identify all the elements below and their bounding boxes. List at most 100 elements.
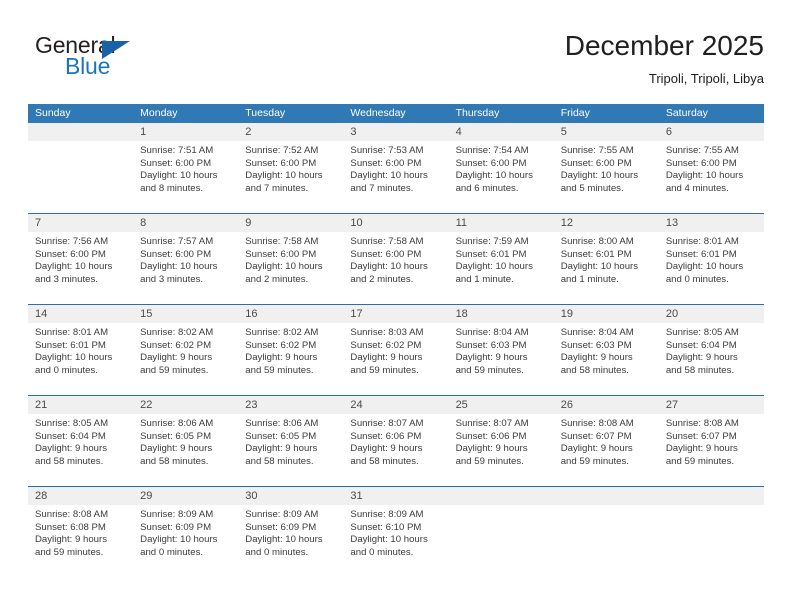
calendar-day-cell[interactable]: 9 Sunrise: 7:58 AM Sunset: 6:00 PM Daylight… (238, 213, 344, 305)
calendar-day-cell[interactable]: 19 Sunrise: 8:04 AM Sunset: 6:03 PM Dayligh… (553, 304, 659, 396)
day-cell-inner: 2 Sunrise: 7:52 AM Sunset: 6:00 PM Daylight… (238, 123, 344, 213)
sunrise-time: Sunrise: 7:59 AM (455, 236, 529, 247)
weekday-header-saturday: Saturday (658, 104, 764, 123)
day-cell-inner: 5 Sunrise: 7:55 AM Sunset: 6:00 PM Daylight… (553, 123, 659, 213)
day-cell-inner: 24 Sunrise: 8:07 AM Sunset: 6:06 PM Dayligh… (343, 396, 449, 486)
day-number: 12 (560, 217, 573, 229)
day-number-band: 27 (658, 396, 764, 414)
calendar-day-cell[interactable]: 3 Sunrise: 7:53 AM Sunset: 6:00 PM Daylight… (343, 123, 449, 214)
calendar-day-cell[interactable]: 11 Sunrise: 7:59 AM Sunset: 6:01 PM Dayligh… (448, 213, 554, 305)
calendar-day-cell[interactable]: 5 Sunrise: 7:55 AM Sunset: 6:00 PM Daylight… (553, 123, 659, 214)
daylight-duration-line2: and 58 minutes. (665, 364, 735, 376)
sunset-time: Sunset: 6:01 PM (560, 248, 632, 260)
sunrise-time: Sunrise: 7:55 AM (665, 145, 739, 156)
day-number: 27 (665, 399, 679, 411)
calendar-day-cell[interactable]: 20 Sunrise: 8:05 AM Sunset: 6:04 PM Dayligh… (658, 304, 764, 396)
calendar-day-cell[interactable]: 18 Sunrise: 8:04 AM Sunset: 6:03 PM Dayligh… (448, 304, 554, 396)
day-number-band: 2 (238, 123, 344, 141)
calendar-day-cell[interactable]: 8 Sunrise: 7:57 AM Sunset: 6:00 PM Daylight… (133, 213, 239, 305)
day-number: 30 (245, 490, 258, 502)
daylight-duration-line2: and 58 minutes. (350, 455, 419, 467)
day-details: Sunrise: 8:03 AM Sunset: 6:02 PM Daylight:… (343, 323, 448, 377)
day-number-band: 1 (133, 123, 239, 141)
day-number-band: 25 (448, 396, 554, 414)
calendar-day-cell[interactable]: 21 Sunrise: 8:05 AM Sunset: 6:04 PM Dayligh… (28, 395, 134, 487)
day-number-band: 19 (553, 305, 659, 323)
sunset-time: Sunset: 6:03 PM (560, 339, 632, 351)
daylight-duration-line2: and 8 minutes. (140, 182, 204, 194)
sunrise-time: Sunrise: 8:09 AM (140, 509, 214, 520)
day-number-band: 13 (658, 214, 764, 232)
calendar-day-cell[interactable]: 17 Sunrise: 8:03 AM Sunset: 6:02 PM Dayligh… (343, 304, 449, 396)
day-details: Sunrise: 8:00 AM Sunset: 6:01 PM Daylight:… (554, 232, 659, 286)
day-number-band (658, 487, 764, 505)
sunrise-time: Sunrise: 8:00 AM (560, 236, 634, 247)
calendar-day-cell[interactable]: 23 Sunrise: 8:06 AM Sunset: 6:05 PM Dayligh… (238, 395, 344, 487)
daylight-duration-line1: Daylight: 10 hours (140, 170, 218, 182)
daylight-duration-line2: and 58 minutes. (560, 364, 629, 376)
day-cell-inner: 21 Sunrise: 8:05 AM Sunset: 6:04 PM Dayligh… (28, 396, 134, 486)
calendar-day-cell[interactable]: 22 Sunrise: 8:06 AM Sunset: 6:05 PM Dayligh… (133, 395, 239, 487)
sunset-time: Sunset: 6:05 PM (140, 430, 212, 442)
weekday-header-friday: Friday (553, 104, 659, 123)
calendar-day-cell[interactable]: 26 Sunrise: 8:08 AM Sunset: 6:07 PM Dayligh… (553, 395, 659, 487)
calendar-day-cell (658, 486, 764, 577)
calendar-day-cell[interactable]: 27 Sunrise: 8:08 AM Sunset: 6:07 PM Dayligh… (658, 395, 764, 487)
calendar-day-cell[interactable]: 29 Sunrise: 8:09 AM Sunset: 6:09 PM Dayligh… (133, 486, 239, 577)
calendar-day-cell[interactable]: 31 Sunrise: 8:09 AM Sunset: 6:10 PM Dayligh… (343, 486, 449, 577)
calendar-day-cell[interactable]: 25 Sunrise: 8:07 AM Sunset: 6:06 PM Dayligh… (448, 395, 554, 487)
sunrise-time: Sunrise: 8:04 AM (455, 327, 529, 338)
daylight-duration-line1: Daylight: 9 hours (35, 534, 107, 546)
daylight-duration-line2: and 59 minutes. (35, 546, 104, 558)
day-number-band: 29 (133, 487, 239, 505)
calendar-day-cell[interactable]: 24 Sunrise: 8:07 AM Sunset: 6:06 PM Dayligh… (343, 395, 449, 487)
calendar-day-cell[interactable]: 13 Sunrise: 8:01 AM Sunset: 6:01 PM Dayligh… (658, 213, 764, 305)
sunrise-time: Sunrise: 8:04 AM (560, 327, 634, 338)
day-details: Sunrise: 8:05 AM Sunset: 6:04 PM Daylight:… (659, 323, 764, 377)
day-details: Sunrise: 8:07 AM Sunset: 6:06 PM Daylight:… (343, 414, 448, 468)
sunrise-time: Sunrise: 8:02 AM (140, 327, 214, 338)
daylight-duration-line2: and 59 minutes. (665, 455, 735, 467)
calendar-day-cell[interactable]: 30 Sunrise: 8:09 AM Sunset: 6:09 PM Dayligh… (238, 486, 344, 577)
daylight-duration-line1: Daylight: 9 hours (35, 443, 107, 455)
calendar-day-cell[interactable]: 15 Sunrise: 8:02 AM Sunset: 6:02 PM Dayligh… (133, 304, 239, 396)
calendar-day-cell[interactable]: 28 Sunrise: 8:08 AM Sunset: 6:08 PM Dayligh… (28, 486, 134, 577)
day-cell-inner: 9 Sunrise: 7:58 AM Sunset: 6:00 PM Daylight… (238, 214, 344, 304)
day-number-band (28, 123, 134, 141)
calendar-week-row: 1 Sunrise: 7:51 AM Sunset: 6:00 PM Daylight… (28, 123, 764, 214)
calendar-day-cell[interactable]: 10 Sunrise: 7:58 AM Sunset: 6:00 PM Dayligh… (343, 213, 449, 305)
calendar-day-cell[interactable]: 6 Sunrise: 7:55 AM Sunset: 6:00 PM Daylight… (658, 123, 764, 214)
calendar-day-cell[interactable]: 14 Sunrise: 8:01 AM Sunset: 6:01 PM Dayligh… (28, 304, 134, 396)
sunrise-time: Sunrise: 8:05 AM (35, 418, 109, 429)
calendar-table: Sunday Monday Tuesday Wednesday Thursday… (28, 104, 764, 577)
calendar-day-cell[interactable]: 12 Sunrise: 8:00 AM Sunset: 6:01 PM Dayligh… (553, 213, 659, 305)
daylight-duration-line1: Daylight: 10 hours (350, 261, 428, 273)
day-number: 1 (140, 126, 147, 138)
day-cell-inner: 20 Sunrise: 8:05 AM Sunset: 6:04 PM Dayligh… (658, 305, 764, 395)
sunrise-time: Sunrise: 7:52 AM (245, 145, 319, 156)
day-number: 23 (245, 399, 258, 411)
daylight-duration-line2: and 7 minutes. (245, 182, 309, 194)
calendar-day-cell[interactable]: 7 Sunrise: 7:56 AM Sunset: 6:00 PM Daylight… (28, 213, 134, 305)
day-details: Sunrise: 8:06 AM Sunset: 6:05 PM Daylight:… (238, 414, 343, 468)
day-details: Sunrise: 7:58 AM Sunset: 6:00 PM Daylight:… (238, 232, 343, 286)
day-number-band: 24 (343, 396, 449, 414)
sunset-time: Sunset: 6:01 PM (35, 339, 106, 351)
day-cell-inner: 13 Sunrise: 8:01 AM Sunset: 6:01 PM Dayligh… (658, 214, 764, 304)
calendar-day-cell[interactable]: 2 Sunrise: 7:52 AM Sunset: 6:00 PM Daylight… (238, 123, 344, 214)
calendar-week-row: 14 Sunrise: 8:01 AM Sunset: 6:01 PM Dayligh… (28, 304, 764, 396)
daylight-duration-line1: Daylight: 10 hours (35, 261, 113, 273)
sunset-time: Sunset: 6:01 PM (665, 248, 737, 260)
calendar-day-cell[interactable]: 4 Sunrise: 7:54 AM Sunset: 6:00 PM Daylight… (448, 123, 554, 214)
page-title: December 2025 (564, 30, 764, 61)
day-number-band: 8 (133, 214, 239, 232)
day-number: 11 (455, 217, 467, 229)
daylight-duration-line2: and 0 minutes. (35, 364, 98, 376)
daylight-duration-line2: and 0 minutes. (245, 546, 309, 558)
brand-logo[interactable]: General Blue (28, 32, 248, 88)
day-cell-inner (448, 487, 554, 577)
calendar-day-cell[interactable]: 16 Sunrise: 8:02 AM Sunset: 6:02 PM Dayligh… (238, 304, 344, 396)
sunset-time: Sunset: 6:07 PM (665, 430, 737, 442)
day-cell-inner: 19 Sunrise: 8:04 AM Sunset: 6:03 PM Dayligh… (553, 305, 659, 395)
calendar-day-cell[interactable]: 1 Sunrise: 7:51 AM Sunset: 6:00 PM Daylight… (133, 123, 239, 214)
